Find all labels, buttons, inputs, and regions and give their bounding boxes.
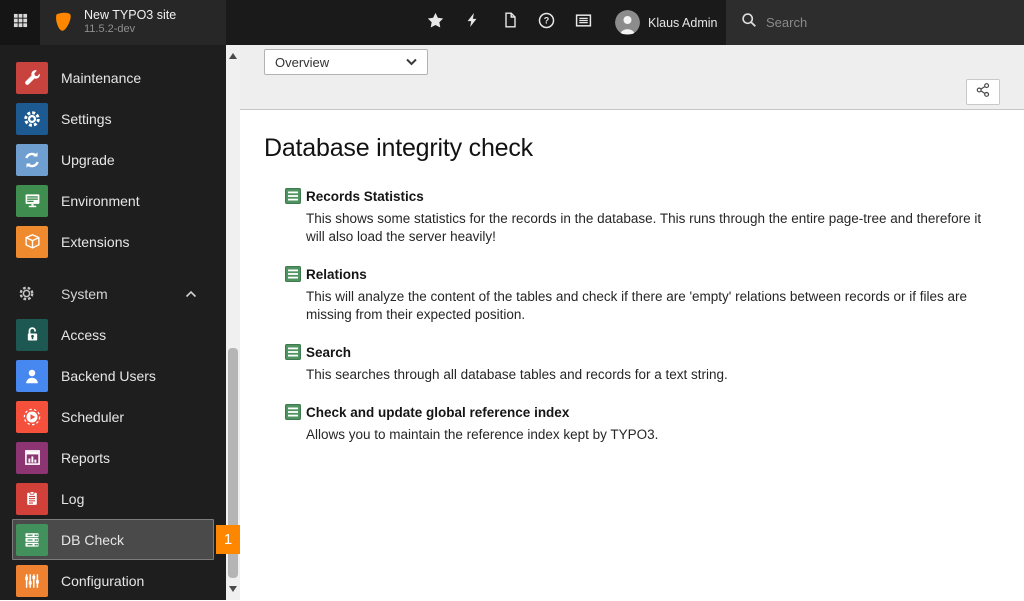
- help-toolbar-button[interactable]: ?: [528, 0, 565, 45]
- sidebar-item-label: Scheduler: [61, 408, 125, 425]
- check-header: Records Statistics: [285, 188, 1024, 204]
- table-icon: [285, 404, 301, 420]
- search-section: [726, 0, 1024, 45]
- check-description: This will analyze the content of the tab…: [306, 289, 967, 322]
- avatar: [615, 10, 640, 35]
- check-header: Check and update global reference index: [285, 404, 1024, 420]
- wrench-icon: [16, 61, 48, 94]
- sidebar-item-reports[interactable]: Reports: [0, 437, 226, 478]
- chevron-down-icon: [405, 57, 418, 67]
- check-title: Check and update global reference index: [306, 404, 570, 420]
- sidebar-item-scheduler[interactable]: Scheduler: [0, 396, 226, 437]
- star-icon: [427, 12, 444, 34]
- sidebar-item-maintenance[interactable]: Maintenance: [0, 57, 226, 98]
- dbstack-icon: [16, 523, 48, 556]
- table-icon: [285, 344, 301, 360]
- check-description: This shows some statistics for the recor…: [306, 211, 982, 244]
- sidebar-item-log[interactable]: Log: [0, 478, 226, 519]
- scroll-up-arrow-icon[interactable]: [229, 53, 237, 59]
- user-menu[interactable]: Klaus Admin: [605, 0, 717, 45]
- sliders-icon: [16, 564, 48, 597]
- user-name: Klaus Admin: [648, 15, 718, 30]
- site-version: 11.5.2-dev: [84, 23, 136, 36]
- sidebar-item-label: Maintenance: [61, 69, 142, 86]
- table-icon: [285, 266, 301, 282]
- content-area: Database integrity check Records Statist…: [240, 110, 1024, 444]
- lock-open-icon: [16, 318, 48, 351]
- sidebar-item-db-check[interactable]: DB Check 1: [12, 519, 240, 560]
- sidebar-section-system[interactable]: System: [0, 273, 226, 314]
- module-menu-sidebar: Maintenance Settings Upgrade Environment Ext…: [0, 45, 240, 600]
- db-check-item: Relations This will analyze the content o…: [285, 266, 1024, 324]
- page-title: Database integrity check: [264, 134, 533, 162]
- svg-text:?: ?: [544, 15, 550, 25]
- scroll-down-arrow-icon[interactable]: [229, 586, 237, 592]
- share-icon: [975, 82, 991, 103]
- sidebar-item-label: Extensions: [61, 233, 130, 250]
- user-icon: [16, 359, 48, 392]
- check-title: Records Statistics: [306, 188, 424, 204]
- table-icon: [285, 188, 301, 204]
- topbar: New TYPO3 site 11.5.2-dev ? Klaus Admin: [0, 0, 1024, 45]
- cube-icon: [16, 225, 48, 258]
- notification-badge: 1: [216, 525, 240, 554]
- sidebar-item-access[interactable]: Access: [0, 314, 226, 355]
- sidebar-item-settings[interactable]: Settings: [0, 98, 226, 139]
- sidebar-item-label: Access: [61, 326, 107, 343]
- sidebar-item-label: DB Check: [61, 531, 125, 548]
- check-title: Relations: [306, 266, 367, 282]
- sidebar-section-label: System: [61, 285, 108, 302]
- scheduler-icon: [16, 400, 48, 433]
- db-check-item: Search This searches through all database…: [285, 344, 1024, 384]
- function-menu-value: Overview: [275, 54, 330, 70]
- sidebar-item-backend-users[interactable]: Backend Users: [0, 355, 226, 396]
- grid-icon: [13, 13, 28, 33]
- gear-outline-icon: [18, 285, 35, 302]
- bolt-icon: [465, 12, 480, 33]
- sidebar-item-extensions[interactable]: Extensions: [0, 221, 226, 262]
- db-check-item: Records Statistics This shows some statis…: [285, 188, 1024, 246]
- function-menu-select[interactable]: Overview: [264, 49, 428, 75]
- check-header: Relations: [285, 266, 1024, 282]
- star-toolbar-button[interactable]: [417, 0, 454, 45]
- sidebar-item-label: Reports: [61, 449, 111, 466]
- site-info[interactable]: New TYPO3 site 11.5.2-dev: [40, 0, 226, 45]
- file-toolbar-button[interactable]: [491, 0, 528, 45]
- check-description: This searches through all database table…: [306, 367, 728, 382]
- file-icon: [502, 12, 518, 33]
- share-button[interactable]: [966, 79, 1000, 105]
- check-description: Allows you to maintain the reference ind…: [306, 427, 659, 442]
- monitor-icon: [16, 184, 48, 217]
- gear-icon: [16, 102, 48, 135]
- sidebar-item-label: Upgrade: [61, 151, 115, 168]
- clipboard-icon: [16, 482, 48, 515]
- toolbar: ?: [417, 0, 602, 45]
- check-title: Search: [306, 344, 352, 360]
- sidebar-item-label: Backend Users: [61, 367, 156, 384]
- check-header: Search: [285, 344, 1024, 360]
- chart-icon: [16, 441, 48, 474]
- sidebar-item-label: Environment: [61, 192, 140, 209]
- bolt-toolbar-button[interactable]: [454, 0, 491, 45]
- refresh-icon: [16, 143, 48, 176]
- module-menu-toggle-button[interactable]: [0, 0, 40, 45]
- sidebar-item-configuration[interactable]: Configuration: [0, 560, 226, 601]
- content-module: Overview Database integrity check Record…: [240, 45, 1024, 600]
- sidebar-scrollbar: [226, 45, 240, 600]
- help-icon: ?: [538, 12, 555, 34]
- sidebar-item-label: Settings: [61, 110, 112, 127]
- sidebar-item-label: Log: [61, 490, 85, 507]
- sidebar-item-environment[interactable]: Environment: [0, 180, 226, 221]
- list-alt-icon: [575, 12, 592, 34]
- typo3-logo-icon: [51, 11, 75, 35]
- site-name: New TYPO3 site: [84, 7, 177, 22]
- chevron-up-icon: [184, 289, 198, 299]
- search-input[interactable]: [766, 15, 996, 30]
- sidebar-item-upgrade[interactable]: Upgrade: [0, 139, 226, 180]
- sidebar-item-label: Configuration: [61, 572, 145, 589]
- db-check-item: Check and update global reference index A…: [285, 404, 1024, 444]
- search-icon: [741, 12, 757, 33]
- list-alt-toolbar-button[interactable]: [565, 0, 602, 45]
- docheader: Overview: [240, 45, 1024, 110]
